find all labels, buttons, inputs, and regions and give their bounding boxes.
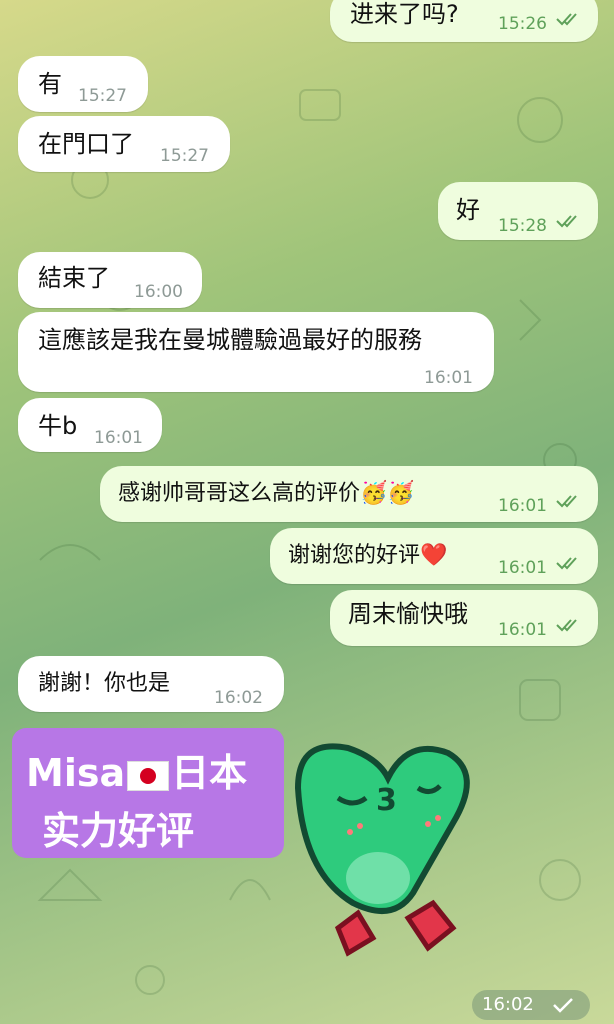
message-incoming[interactable]: 有 15:27 xyxy=(18,56,148,112)
message-incoming[interactable]: 謝謝！你也是 16:02 xyxy=(18,656,284,712)
badge-country: 日本 xyxy=(171,751,248,795)
double-check-icon xyxy=(556,215,577,228)
message-incoming[interactable]: 牛b 16:01 xyxy=(18,398,162,452)
badge-name: Misa xyxy=(26,751,126,795)
review-badge: Misa 日本 实力好评 xyxy=(12,728,284,858)
message-time: 16:02 xyxy=(214,688,263,708)
message-incoming[interactable]: 這應該是我在曼城體驗過最好的服務 16:01 xyxy=(18,312,494,392)
double-check-icon xyxy=(556,495,577,508)
message-time: 16:00 xyxy=(134,282,183,302)
message-text: 結束了 xyxy=(38,264,110,292)
message-outgoing[interactable]: 周末愉快哦 16:01 xyxy=(330,590,598,646)
sticker-time-pill: 16:02 xyxy=(472,990,590,1020)
message-outgoing[interactable]: 好 15:28 xyxy=(438,182,598,240)
message-incoming[interactable]: 結束了 16:00 xyxy=(18,252,202,308)
message-time: 16:01 xyxy=(424,368,473,388)
frog-sticker[interactable]: 3 xyxy=(278,728,478,968)
message-text: 牛b xyxy=(38,412,78,440)
message-time: 15:27 xyxy=(160,146,209,166)
message-time: 16:02 xyxy=(482,994,534,1015)
message-text: 好 xyxy=(456,196,480,224)
message-time: 16:01 xyxy=(94,428,143,448)
message-text: 在門口了 xyxy=(38,130,134,158)
message-time: 15:27 xyxy=(78,86,127,106)
message-outgoing[interactable]: 进来了吗? 15:26 xyxy=(330,0,598,42)
message-outgoing[interactable]: 感谢帅哥哥这么高的评价🥳🥳 16:01 xyxy=(100,466,598,522)
message-incoming[interactable]: 在門口了 15:27 xyxy=(18,116,230,172)
message-text: 周末愉快哦 xyxy=(348,600,468,628)
message-outgoing[interactable]: 谢谢您的好评❤️ 16:01 xyxy=(270,528,598,584)
double-check-icon xyxy=(556,557,577,570)
message-text: 进来了吗? xyxy=(350,0,459,28)
message-time: 16:01 xyxy=(498,620,547,640)
message-time: 15:28 xyxy=(498,216,547,236)
message-time: 15:26 xyxy=(498,14,547,34)
japan-flag-icon xyxy=(127,760,170,791)
message-text: 這應該是我在曼城體驗過最好的服務 xyxy=(38,326,422,354)
badge-line-2: 实力好评 xyxy=(42,809,195,853)
message-time: 16:01 xyxy=(498,496,547,516)
message-text: 謝謝！你也是 xyxy=(38,671,171,696)
double-check-icon xyxy=(556,619,577,632)
check-icon xyxy=(553,998,573,1013)
svg-text:3: 3 xyxy=(376,783,397,818)
message-text: 感谢帅哥哥这么高的评价🥳🥳 xyxy=(118,481,415,506)
double-check-icon xyxy=(556,13,577,26)
message-text: 谢谢您的好评❤️ xyxy=(288,543,448,568)
message-time: 16:01 xyxy=(498,558,547,578)
badge-line-1: Misa 日本 xyxy=(26,742,247,797)
message-text: 有 xyxy=(38,70,62,98)
